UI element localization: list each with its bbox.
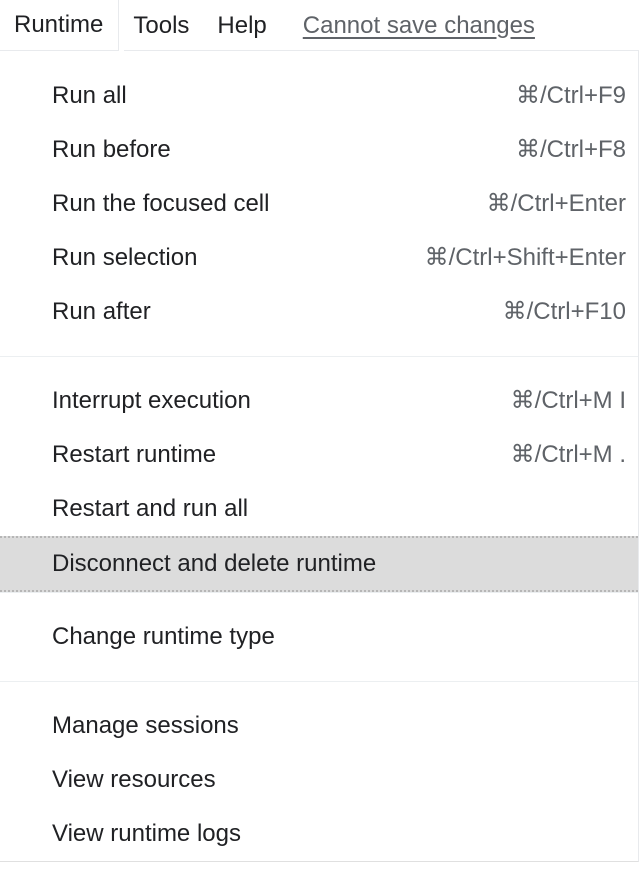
menu-item-restart-runtime[interactable]: Restart runtime ⌘/Ctrl+M . xyxy=(0,428,638,482)
menu-group-run: Run all ⌘/Ctrl+F9 Run before ⌘/Ctrl+F8 R… xyxy=(0,69,638,356)
menu-group-lifecycle: Interrupt execution ⌘/Ctrl+M I Restart r… xyxy=(0,356,638,592)
menu-item-shortcut: ⌘/Ctrl+M I xyxy=(510,387,626,414)
runtime-menu-screen: Runtime Tools Help Cannot save changes R… xyxy=(0,0,639,862)
menu-group-runtime-type: Change runtime type xyxy=(0,592,638,681)
menu-bar: Runtime Tools Help Cannot save changes xyxy=(0,0,639,51)
menu-item-shortcut: ⌘/Ctrl+F10 xyxy=(502,298,626,325)
menu-item-label: Run all xyxy=(52,82,127,109)
cannot-save-changes-link[interactable]: Cannot save changes xyxy=(303,13,535,38)
menu-item-view-resources[interactable]: View resources xyxy=(0,753,638,807)
menu-item-label: View runtime logs xyxy=(52,820,241,847)
menu-item-run-the-focused-cell[interactable]: Run the focused cell ⌘/Ctrl+Enter xyxy=(0,177,638,231)
menu-item-label: Disconnect and delete runtime xyxy=(52,550,377,577)
menu-item-shortcut: ⌘/Ctrl+F9 xyxy=(515,82,626,109)
menu-item-shortcut: ⌘/Ctrl+Enter xyxy=(486,190,626,217)
menu-item-disconnect-and-delete-runtime[interactable]: Disconnect and delete runtime xyxy=(0,536,638,592)
menubar-item-tools[interactable]: Tools xyxy=(119,13,203,38)
menu-item-label: View resources xyxy=(52,766,216,793)
menubar-item-runtime[interactable]: Runtime xyxy=(0,0,120,51)
menubar-item-help[interactable]: Help xyxy=(203,13,280,38)
menu-item-label: Restart runtime xyxy=(52,441,217,468)
menu-item-label: Run after xyxy=(52,298,151,325)
menu-item-view-runtime-logs[interactable]: View runtime logs xyxy=(0,807,638,861)
menu-item-change-runtime-type[interactable]: Change runtime type xyxy=(0,610,638,664)
runtime-dropdown-menu: Run all ⌘/Ctrl+F9 Run before ⌘/Ctrl+F8 R… xyxy=(0,51,639,862)
menu-item-run-selection[interactable]: Run selection ⌘/Ctrl+Shift+Enter xyxy=(0,231,638,285)
menu-item-label: Change runtime type xyxy=(52,623,275,650)
menu-item-label: Run the focused cell xyxy=(52,190,270,217)
menu-item-label: Restart and run all xyxy=(52,495,249,522)
menu-item-label: Manage sessions xyxy=(52,712,239,739)
menu-item-manage-sessions[interactable]: Manage sessions xyxy=(0,699,638,753)
menu-item-interrupt-execution[interactable]: Interrupt execution ⌘/Ctrl+M I xyxy=(0,374,638,428)
menu-item-run-before[interactable]: Run before ⌘/Ctrl+F8 xyxy=(0,123,638,177)
menu-group-sessions: Manage sessions View resources View runt… xyxy=(0,681,638,879)
menu-item-restart-and-run-all[interactable]: Restart and run all xyxy=(0,482,638,536)
menu-item-label: Run before xyxy=(52,136,171,163)
menu-item-label: Interrupt execution xyxy=(52,387,251,414)
menu-item-shortcut: ⌘/Ctrl+F8 xyxy=(515,136,626,163)
menu-item-shortcut: ⌘/Ctrl+M . xyxy=(510,441,626,468)
menu-item-run-after[interactable]: Run after ⌘/Ctrl+F10 xyxy=(0,285,638,339)
menu-item-label: Run selection xyxy=(52,244,198,271)
menu-item-run-all[interactable]: Run all ⌘/Ctrl+F9 xyxy=(0,69,638,123)
menu-item-shortcut: ⌘/Ctrl+Shift+Enter xyxy=(424,244,626,271)
